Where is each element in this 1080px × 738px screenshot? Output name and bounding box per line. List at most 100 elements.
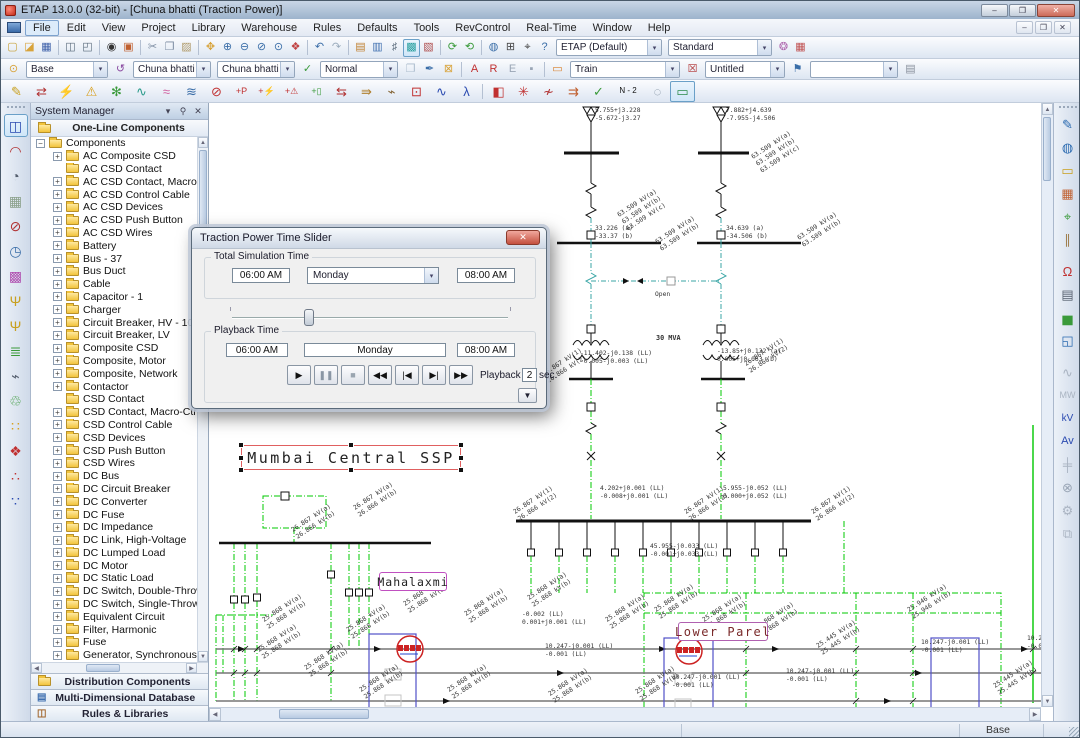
train-marker[interactable]: [676, 638, 702, 664]
expand-icon[interactable]: +: [53, 356, 62, 365]
web-button[interactable]: ◍: [485, 39, 502, 57]
time-slider-thumb[interactable]: [304, 309, 314, 326]
expand-icon[interactable]: +: [53, 625, 62, 634]
cut-button[interactable]: ✂: [144, 39, 161, 57]
expand-icon[interactable]: +: [53, 369, 62, 378]
screenshot-button[interactable]: ▣: [120, 39, 137, 57]
expand-icon[interactable]: +: [53, 446, 62, 455]
redo-button[interactable]: ↷: [328, 39, 345, 57]
harmonic-button[interactable]: ∿: [129, 81, 154, 102]
unbalanced-load-flow-button[interactable]: ⇆: [329, 81, 354, 102]
cable-pulling-systems-button[interactable]: ◷: [4, 239, 28, 262]
camera-button[interactable]: ◉: [103, 39, 120, 57]
alarms-button[interactable]: Ω: [1057, 261, 1079, 282]
tree-item-dc-lumped-load[interactable]: +DC Lumped Load: [31, 547, 208, 560]
tree-item-charger[interactable]: +Charger: [31, 303, 208, 316]
tree-item-composite-motor[interactable]: +Composite, Motor: [31, 355, 208, 368]
schedule-display-button[interactable]: ▧: [420, 39, 437, 57]
expand-icon[interactable]: +: [53, 612, 62, 621]
expand-icon[interactable]: +: [53, 548, 62, 557]
find-button[interactable]: ⌖: [519, 39, 536, 57]
expand-icon[interactable]: +: [53, 344, 62, 353]
train-button[interactable]: ▭: [548, 60, 567, 78]
child-minimize-button[interactable]: –: [1016, 21, 1033, 34]
sync-back-button[interactable]: ⟲: [461, 39, 478, 57]
playback-end-time-field[interactable]: [457, 343, 515, 357]
canvas-horizontal-scrollbar[interactable]: ◀ ▶: [209, 707, 1041, 721]
tree-item-csd-contact[interactable]: CSD Contact: [31, 393, 208, 406]
print-preview-button[interactable]: ◰: [79, 39, 96, 57]
panel-systems-button[interactable]: ▩: [4, 264, 28, 287]
child-restore-button[interactable]: ❐: [1035, 21, 1052, 34]
text-e-button[interactable]: E: [503, 60, 522, 78]
step-forward-button[interactable]: ▶|: [422, 365, 446, 385]
train-fast-button[interactable]: ▭: [1057, 160, 1079, 181]
expand-icon[interactable]: +: [53, 484, 62, 493]
tree-root-components[interactable]: −Components: [31, 137, 208, 150]
train-schedule-button[interactable]: ▦: [1057, 183, 1079, 204]
tree-item-circuit-breaker-hv-107[interactable]: +Circuit Breaker, HV - 107: [31, 316, 208, 329]
control-systems-button[interactable]: ◔: [4, 164, 28, 187]
zoom-out-button[interactable]: ⊖: [236, 39, 253, 57]
status-check-button[interactable]: ✓: [298, 60, 317, 78]
new-button[interactable]: ▢: [4, 39, 21, 57]
dialog-titlebar[interactable]: Traction Power Time Slider: [192, 228, 546, 249]
menu-real-time[interactable]: Real-Time: [518, 20, 584, 36]
expand-icon[interactable]: +: [53, 459, 62, 468]
star-auto-evaluation-button[interactable]: ⊘: [204, 81, 229, 102]
loop-edit-button[interactable]: ◌: [645, 81, 670, 102]
tree-item-dc-motor[interactable]: +DC Motor: [31, 559, 208, 572]
tree-item-csd-wires[interactable]: +CSD Wires: [31, 457, 208, 470]
selection-handle[interactable]: [458, 467, 464, 473]
tree-item-ac-csd-wires[interactable]: +AC CSD Wires: [31, 227, 208, 240]
text-report-button[interactable]: ▤: [352, 39, 369, 57]
tree-item-ac-csd-push-button[interactable]: +AC CSD Push Button: [31, 214, 208, 227]
base-combo[interactable]: Base▾: [26, 61, 108, 78]
scroll-up-icon[interactable]: ▲: [198, 137, 208, 148]
expand-icon[interactable]: +: [53, 587, 62, 596]
tree-item-csd-devices[interactable]: +CSD Devices: [31, 431, 208, 444]
scroll-right-icon[interactable]: ▶: [1029, 708, 1041, 721]
tree-item-fuse[interactable]: +Fuse: [31, 636, 208, 649]
expand-icon[interactable]: +: [53, 292, 62, 301]
color-wheel-button[interactable]: ❂: [775, 39, 792, 57]
panel-close-icon[interactable]: ✕: [192, 106, 204, 117]
expand-icon[interactable]: +: [53, 382, 62, 391]
rewind-button[interactable]: ◀◀: [368, 365, 392, 385]
tree-item-dc-impedance[interactable]: +DC Impedance: [31, 521, 208, 534]
cable-systems-button[interactable]: ⊘: [4, 214, 28, 237]
lock-config-button[interactable]: ⊠: [439, 60, 458, 78]
minimize-button[interactable]: –: [981, 4, 1008, 17]
network-dots-button[interactable]: ∴: [4, 464, 28, 487]
expand-icon[interactable]: +: [53, 510, 62, 519]
pause-button[interactable]: ❚❚: [314, 365, 338, 385]
zoom-dynamic-button[interactable]: ⊘: [253, 39, 270, 57]
user-defined-models-button[interactable]: ⌁: [4, 364, 28, 387]
tree-item-bus-37[interactable]: +Bus - 37: [31, 252, 208, 265]
tree-item-ac-csd-control-cable[interactable]: +AC CSD Control Cable: [31, 188, 208, 201]
expand-icon[interactable]: +: [53, 216, 62, 225]
copy-button[interactable]: ❐: [161, 39, 178, 57]
stop-button[interactable]: ■: [341, 365, 365, 385]
expand-icon[interactable]: +: [53, 420, 62, 429]
av-display-button[interactable]: Av: [1057, 431, 1079, 452]
expand-icon[interactable]: +: [53, 331, 62, 340]
text-a-button[interactable]: A: [465, 60, 484, 78]
tab-rules-libraries[interactable]: ◫Rules & Libraries: [31, 705, 208, 721]
dc-short-circuit-button[interactable]: +⚡: [254, 81, 279, 102]
expand-icon[interactable]: +: [53, 408, 62, 417]
tree-item-dc-circuit-breaker[interactable]: +DC Circuit Breaker: [31, 483, 208, 496]
transient-stability-button[interactable]: ≈: [154, 81, 179, 102]
selection-handle[interactable]: [238, 442, 244, 448]
tree-item-battery[interactable]: +Battery: [31, 239, 208, 252]
switching-sequence-button[interactable]: ⇉: [561, 81, 586, 102]
project-standard-combo[interactable]: ETAP (Default)▾: [556, 39, 662, 56]
play-button[interactable]: ▶: [287, 365, 311, 385]
tree-item-dc-switch-double-throw[interactable]: +DC Switch, Double-Throw: [31, 585, 208, 598]
selection-handle[interactable]: [238, 455, 244, 461]
calculator-button[interactable]: ⊞: [502, 39, 519, 57]
traction-edit-button[interactable]: ✎: [1057, 114, 1079, 135]
graphic-report-button[interactable]: ▥: [369, 39, 386, 57]
pan-button[interactable]: ✥: [202, 39, 219, 57]
canvas-vscroll-thumb[interactable]: [1043, 117, 1051, 181]
